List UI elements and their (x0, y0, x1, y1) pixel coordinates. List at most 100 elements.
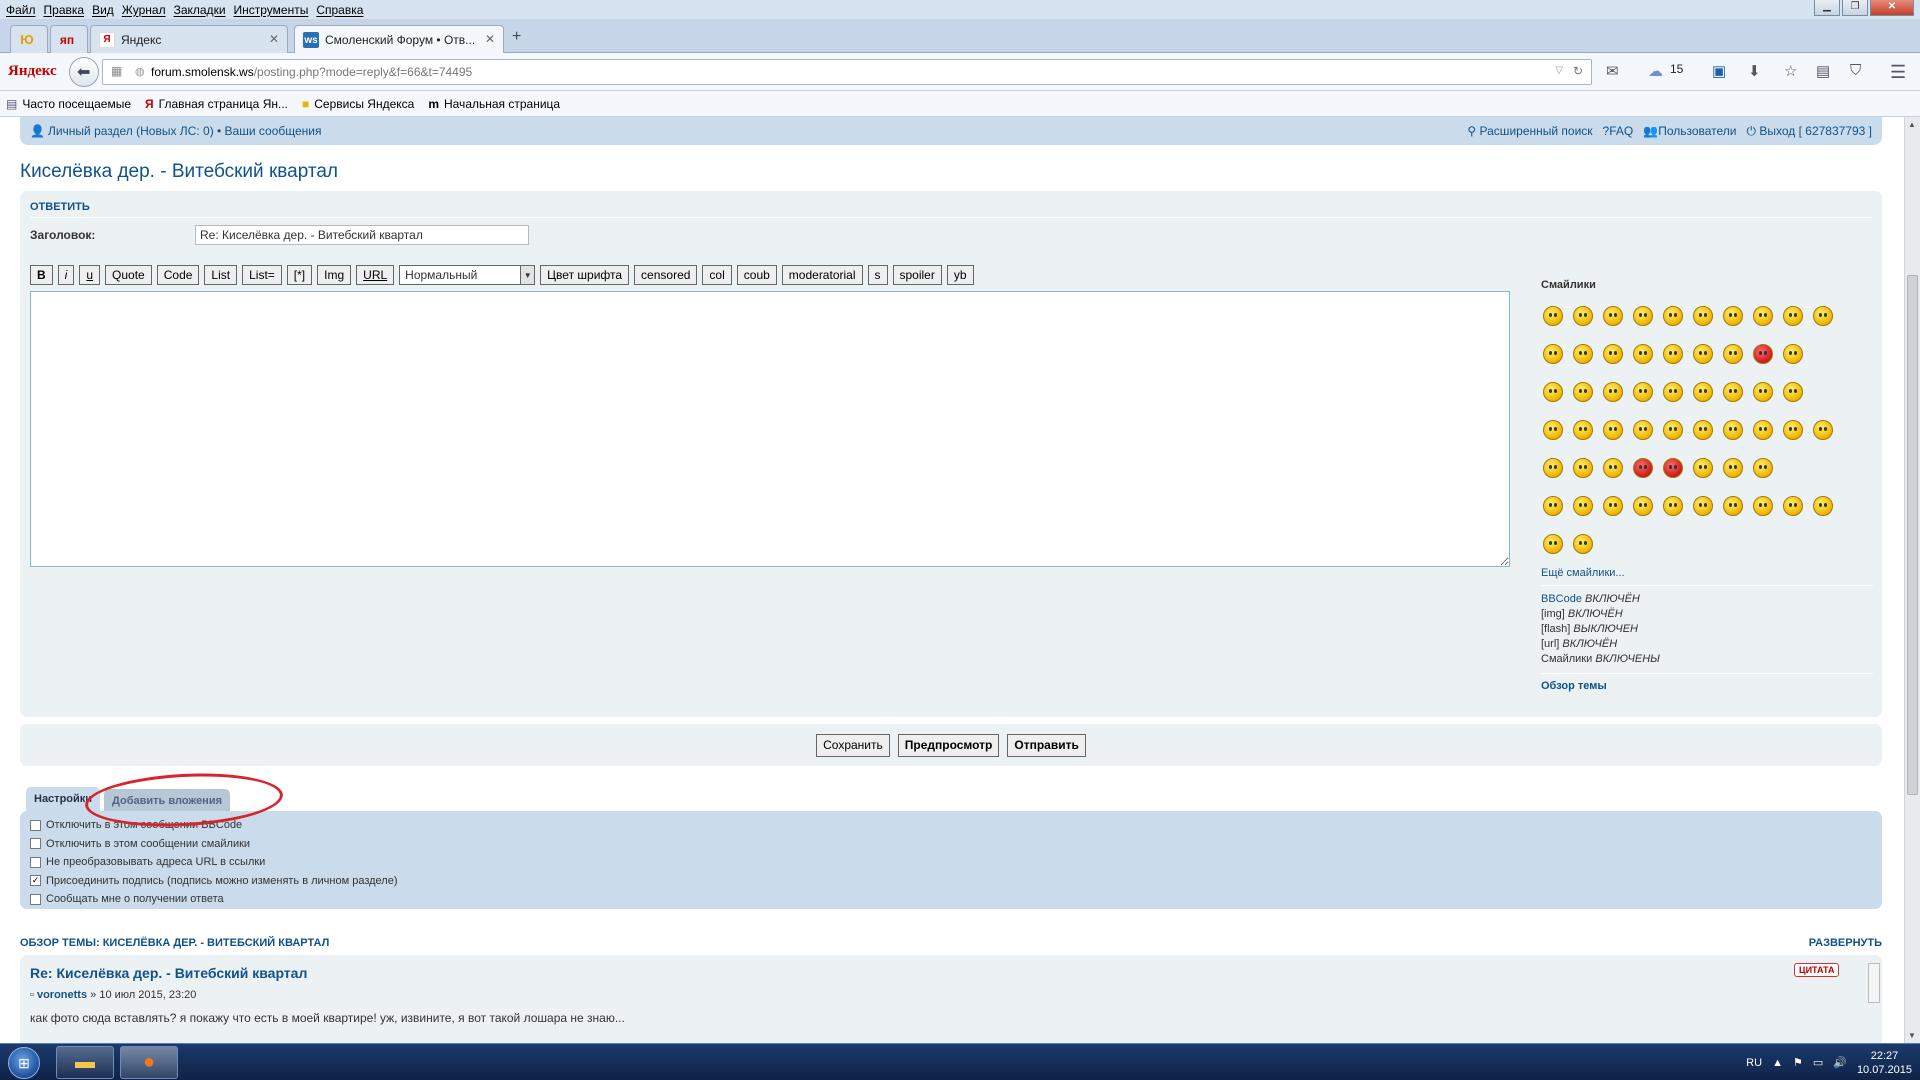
expand-link[interactable]: РАЗВЕРНУТЬ (1809, 937, 1882, 949)
scroll-down-icon[interactable]: ▼ (1908, 1031, 1916, 1040)
smiley-icon[interactable] (1661, 418, 1685, 442)
bookmark-yandex-home[interactable]: Я Главная страница Ян... (145, 97, 288, 111)
taskbar-explorer[interactable]: ▬ (56, 1046, 114, 1079)
smiley-icon[interactable] (1571, 418, 1595, 442)
yandex-disk-icon[interactable]: ▣ (1712, 62, 1726, 80)
close-tab-icon[interactable]: ✕ (269, 32, 279, 46)
language-indicator[interactable]: RU (1746, 1057, 1762, 1069)
smiley-icon[interactable] (1721, 456, 1745, 480)
smiley-icon[interactable] (1571, 456, 1595, 480)
back-button[interactable]: ⬅ (68, 56, 99, 87)
network-icon[interactable]: ▭ (1813, 1056, 1823, 1069)
minimize-icon[interactable]: ▁ (1814, 0, 1840, 16)
smiley-icon[interactable] (1811, 418, 1835, 442)
tray-expand-icon[interactable]: ▲ (1772, 1057, 1783, 1069)
menu-help[interactable]: Справка (312, 3, 367, 17)
smiley-icon[interactable] (1721, 304, 1745, 328)
mail-icon[interactable]: ✉ (1606, 62, 1619, 80)
smiley-icon[interactable] (1751, 494, 1775, 518)
smiley-icon[interactable] (1601, 380, 1625, 404)
weather-icon[interactable]: ☁ (1648, 62, 1663, 80)
smiley-icon[interactable] (1541, 342, 1565, 366)
smiley-icon[interactable] (1541, 456, 1565, 480)
smiley-icon[interactable] (1661, 304, 1685, 328)
smiley-icon[interactable] (1691, 456, 1715, 480)
smiley-icon[interactable] (1541, 304, 1565, 328)
smiley-icon[interactable] (1601, 418, 1625, 442)
smiley-icon[interactable] (1661, 380, 1685, 404)
author-link[interactable]: voronetts (37, 989, 87, 1001)
close-icon[interactable]: ✕ (1870, 0, 1914, 16)
smiley-icon[interactable] (1631, 456, 1655, 480)
smiley-icon[interactable] (1601, 304, 1625, 328)
yb-button[interactable]: yb (946, 265, 974, 285)
clock[interactable]: 22:27 10.07.2015 (1857, 1049, 1912, 1077)
smiley-icon[interactable] (1781, 418, 1805, 442)
users-link[interactable]: 👥Пользователи (1643, 124, 1736, 139)
col-button[interactable]: col (702, 265, 732, 285)
bookmark-yandex-services[interactable]: ■ Сервисы Яндекса (302, 97, 414, 111)
menu-tools[interactable]: Инструменты (230, 3, 313, 17)
bookmark-most-visited[interactable]: ▤ Часто посещаемые (6, 97, 131, 111)
smiley-icon[interactable] (1751, 342, 1775, 366)
smiley-icon[interactable] (1571, 342, 1595, 366)
ordered-list-button[interactable]: List= (242, 265, 282, 285)
list-button[interactable]: List (204, 265, 238, 285)
more-smilies-link[interactable]: Ещё смайлики... (1541, 567, 1873, 579)
checkbox[interactable] (30, 819, 41, 831)
smiley-icon[interactable] (1691, 494, 1715, 518)
menu-view[interactable]: Вид (88, 3, 118, 17)
smiley-icon[interactable] (1691, 342, 1715, 366)
yandex-logo[interactable]: Яндекс (8, 63, 57, 80)
page-title[interactable]: Киселёвка дер. - Витебский квартал (20, 161, 338, 183)
smiley-icon[interactable] (1661, 342, 1685, 366)
menu-history[interactable]: Журнал (118, 3, 170, 17)
strike-button[interactable]: s (867, 265, 888, 285)
reload-icon[interactable]: ↻ (1573, 64, 1583, 78)
quote-button[interactable]: Quote (105, 265, 152, 285)
tab-yandex[interactable]: Я Яндекс ✕ (90, 25, 288, 53)
smiley-icon[interactable] (1601, 494, 1625, 518)
volume-icon[interactable]: 🔊 (1833, 1056, 1847, 1069)
smiley-icon[interactable] (1691, 304, 1715, 328)
url-bar[interactable]: ▦ ◍ forum.smolensk.ws /posting.php?mode=… (102, 59, 1592, 85)
smiley-icon[interactable] (1751, 380, 1775, 404)
url-button[interactable]: URL (356, 265, 395, 285)
smiley-icon[interactable] (1721, 380, 1745, 404)
smiley-icon[interactable] (1601, 456, 1625, 480)
smiley-icon[interactable] (1781, 342, 1805, 366)
smiley-icon[interactable] (1781, 304, 1805, 328)
smiley-icon[interactable] (1691, 418, 1715, 442)
tab-yandex-ya[interactable]: яп (50, 25, 88, 53)
subject-input[interactable] (195, 225, 529, 245)
font-size-select[interactable]: Нормальный ▼ (399, 265, 536, 285)
smiley-icon[interactable] (1571, 494, 1595, 518)
smiley-icon[interactable] (1541, 418, 1565, 442)
advanced-search-link[interactable]: ⚲ Расширенный поиск (1467, 124, 1592, 139)
italic-button[interactable]: i (57, 265, 75, 285)
personal-section-link[interactable]: Личный раздел (Новых ЛС: 0) • Ваши сообщ… (48, 124, 322, 138)
start-button[interactable]: ⊞ (8, 1047, 40, 1079)
smiley-icon[interactable] (1631, 418, 1655, 442)
coub-button[interactable]: coub (736, 265, 777, 285)
faq-link[interactable]: ?FAQ (1603, 124, 1634, 139)
save-button[interactable]: Сохранить (816, 733, 890, 757)
checkbox[interactable] (30, 838, 41, 850)
smiley-icon[interactable] (1811, 304, 1835, 328)
smiley-icon[interactable] (1751, 304, 1775, 328)
smiley-icon[interactable] (1811, 494, 1835, 518)
message-textarea[interactable] (30, 291, 1510, 567)
bbcode-help-link[interactable]: BBCode (1541, 593, 1582, 605)
preview-button[interactable]: Предпросмотр (897, 733, 1000, 757)
smiley-icon[interactable] (1721, 418, 1745, 442)
bookmarks-list-icon[interactable]: ▤ (1816, 62, 1830, 80)
underline-button[interactable]: u (79, 265, 101, 285)
tab-yandex-launcher[interactable]: Ю (10, 25, 48, 53)
font-color-button[interactable]: Цвет шрифта (540, 265, 630, 285)
review-scrollbar[interactable] (1868, 963, 1880, 1003)
menu-file[interactable]: Файл (2, 3, 40, 17)
menu-hamburger-icon[interactable]: ☰ (1890, 62, 1906, 83)
menu-edit[interactable]: Правка (40, 3, 89, 17)
topic-review-link[interactable]: Обзор темы (1541, 673, 1873, 692)
moderatorial-button[interactable]: moderatorial (781, 265, 863, 285)
